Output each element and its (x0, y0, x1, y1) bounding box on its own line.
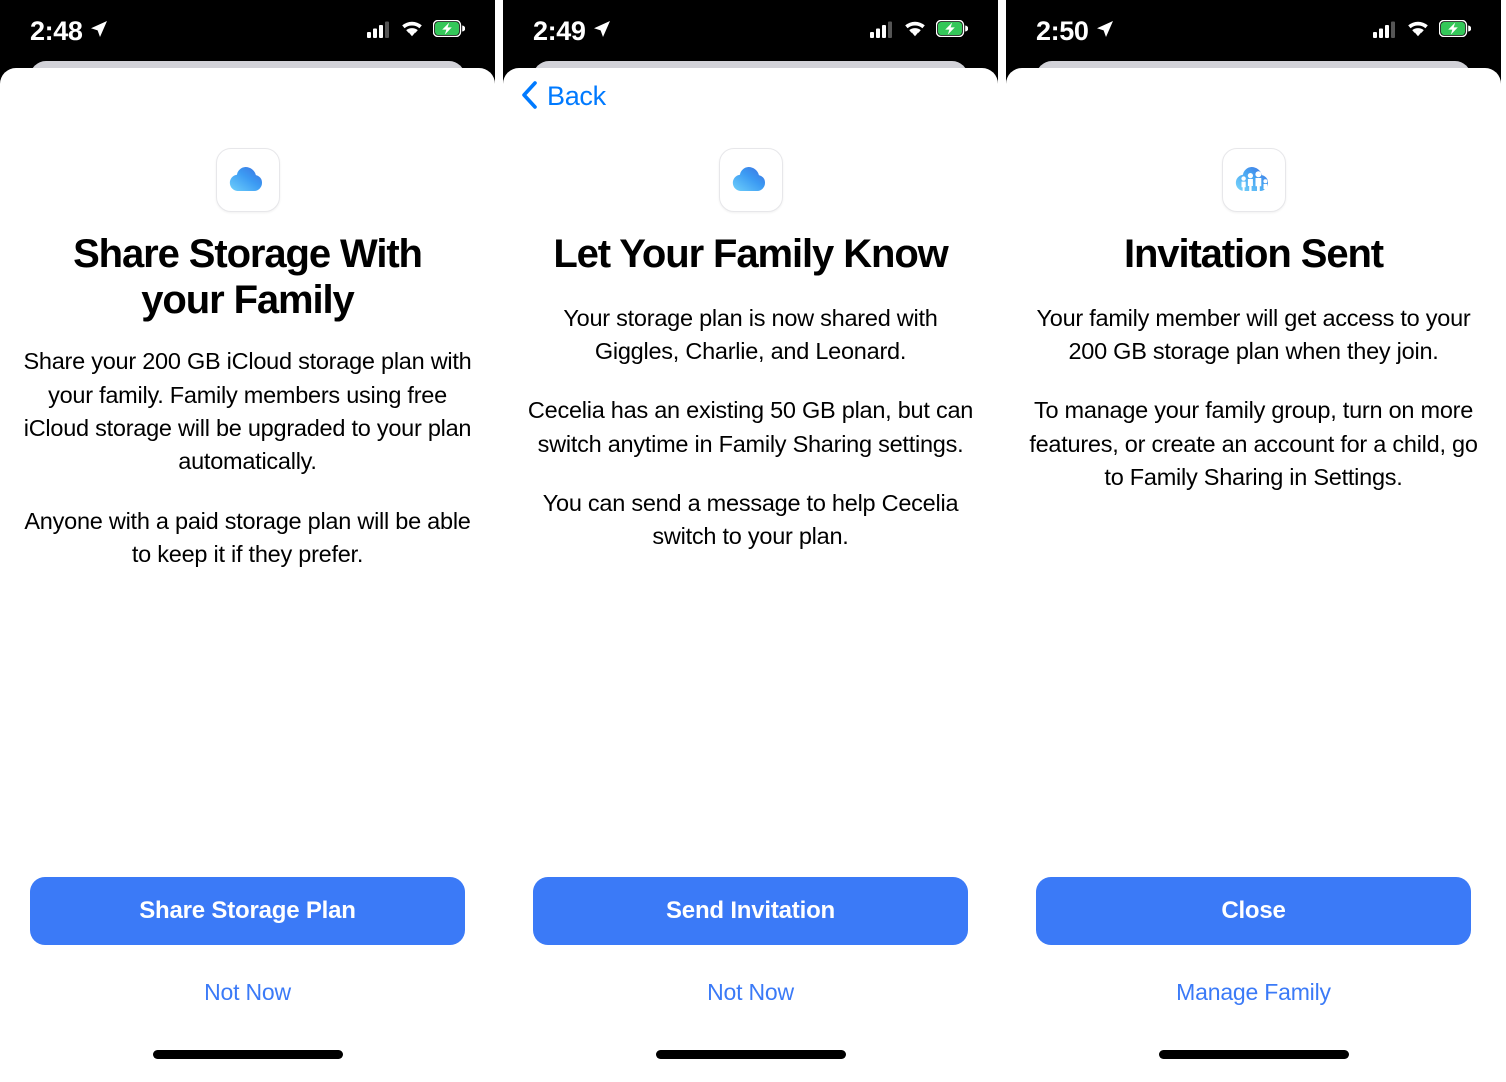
status-clock: 2:48 (30, 15, 83, 46)
primary-action-button[interactable]: Close (1036, 877, 1471, 945)
status-bar-right (870, 19, 969, 43)
back-button[interactable]: Back (521, 81, 606, 112)
panel-gap (998, 0, 1006, 1082)
home-indicator-area (152, 1026, 343, 1082)
sheet-content: Invitation Sent Your family member will … (1006, 124, 1501, 877)
home-indicator[interactable] (655, 1049, 846, 1059)
home-indicator-area (655, 1026, 846, 1082)
battery-charging-icon (935, 19, 969, 42)
sheet-footer: Close Manage Family (1006, 877, 1501, 1082)
page-title: Share Storage With your Family (73, 232, 423, 322)
primary-action-button[interactable]: Share Storage Plan (30, 877, 465, 945)
status-bar-left: 2:50 (1036, 15, 1115, 46)
status-clock: 2:49 (533, 15, 586, 46)
primary-action-button[interactable]: Send Invitation (533, 877, 968, 945)
status-bar: 2:49 (503, 0, 998, 62)
cellular-bars-icon (367, 20, 391, 43)
secondary-action-button[interactable]: Not Now (693, 973, 808, 1012)
sheet-content: Let Your Family Know Your storage plan i… (503, 124, 998, 877)
home-indicator[interactable] (152, 1049, 343, 1059)
back-button-label: Back (547, 80, 606, 111)
modal-sheet: Share Storage With your Family Share you… (0, 68, 495, 1082)
body-paragraph: Anyone with a paid storage plan will be … (24, 507, 471, 567)
status-bar: 2:48 (0, 0, 495, 62)
icloud-cloud-icon (215, 148, 280, 212)
status-bar-left: 2:48 (30, 15, 109, 46)
location-arrow-icon (592, 19, 612, 44)
nav-bar: Back (503, 68, 998, 124)
status-bar-right (1373, 19, 1472, 43)
status-bar: 2:50 (1006, 0, 1501, 62)
nav-bar (0, 68, 495, 124)
sheet-content: Share Storage With your Family Share you… (0, 124, 495, 877)
panel-gap (495, 0, 503, 1082)
status-clock: 2:50 (1036, 15, 1089, 46)
secondary-action-button[interactable]: Manage Family (1162, 973, 1345, 1012)
body-paragraph: You can send a message to help Cecelia s… (542, 490, 959, 550)
home-indicator-area (1158, 1026, 1349, 1082)
battery-charging-icon (1438, 19, 1472, 42)
cellular-bars-icon (870, 20, 894, 43)
page-title: Invitation Sent (1123, 232, 1384, 276)
body-paragraph: Your storage plan is now shared with Gig… (563, 304, 938, 364)
body-paragraph: Your family member will get access to yo… (1036, 304, 1471, 364)
modal-sheet: Invitation Sent Your family member will … (1006, 68, 1501, 1082)
wifi-icon (400, 20, 424, 43)
body-paragraph: To manage your family group, turn on mor… (1029, 397, 1478, 491)
sheet-footer: Share Storage Plan Not Now (0, 877, 495, 1082)
status-bar-right (367, 19, 466, 43)
sheet-footer: Send Invitation Not Now (503, 877, 998, 1082)
phone-screen-3: 2:50 Invitation Sent Your family member … (1006, 0, 1501, 1082)
chevron-left-icon (521, 80, 538, 112)
home-indicator[interactable] (1158, 1049, 1349, 1059)
phone-screen-1: 2:48 Share Storage With your Family Shar… (0, 0, 495, 1082)
screenshot-triptych: 2:48 Share Storage With your Family Shar… (0, 0, 1506, 1082)
cellular-bars-icon (1373, 20, 1397, 43)
wifi-icon (903, 20, 927, 43)
secondary-action-button[interactable]: Not Now (190, 973, 305, 1012)
nav-bar (1006, 68, 1501, 124)
status-bar-left: 2:49 (533, 15, 612, 46)
body-paragraph: Cecelia has an existing 50 GB plan, but … (527, 397, 974, 457)
location-arrow-icon (1095, 19, 1115, 44)
modal-sheet: Back Let Your Family Know Your storage p… (503, 68, 998, 1082)
page-title: Let Your Family Know (553, 232, 948, 276)
icloud-family-sharing-icon (1221, 148, 1286, 212)
wifi-icon (1406, 20, 1430, 43)
battery-charging-icon (432, 19, 466, 42)
body-paragraph: Share your 200 GB iCloud storage plan wi… (23, 348, 472, 475)
location-arrow-icon (89, 19, 109, 44)
icloud-cloud-icon (718, 148, 783, 212)
phone-screen-2: 2:49 Back Let Your Family Know Your stor… (503, 0, 998, 1082)
